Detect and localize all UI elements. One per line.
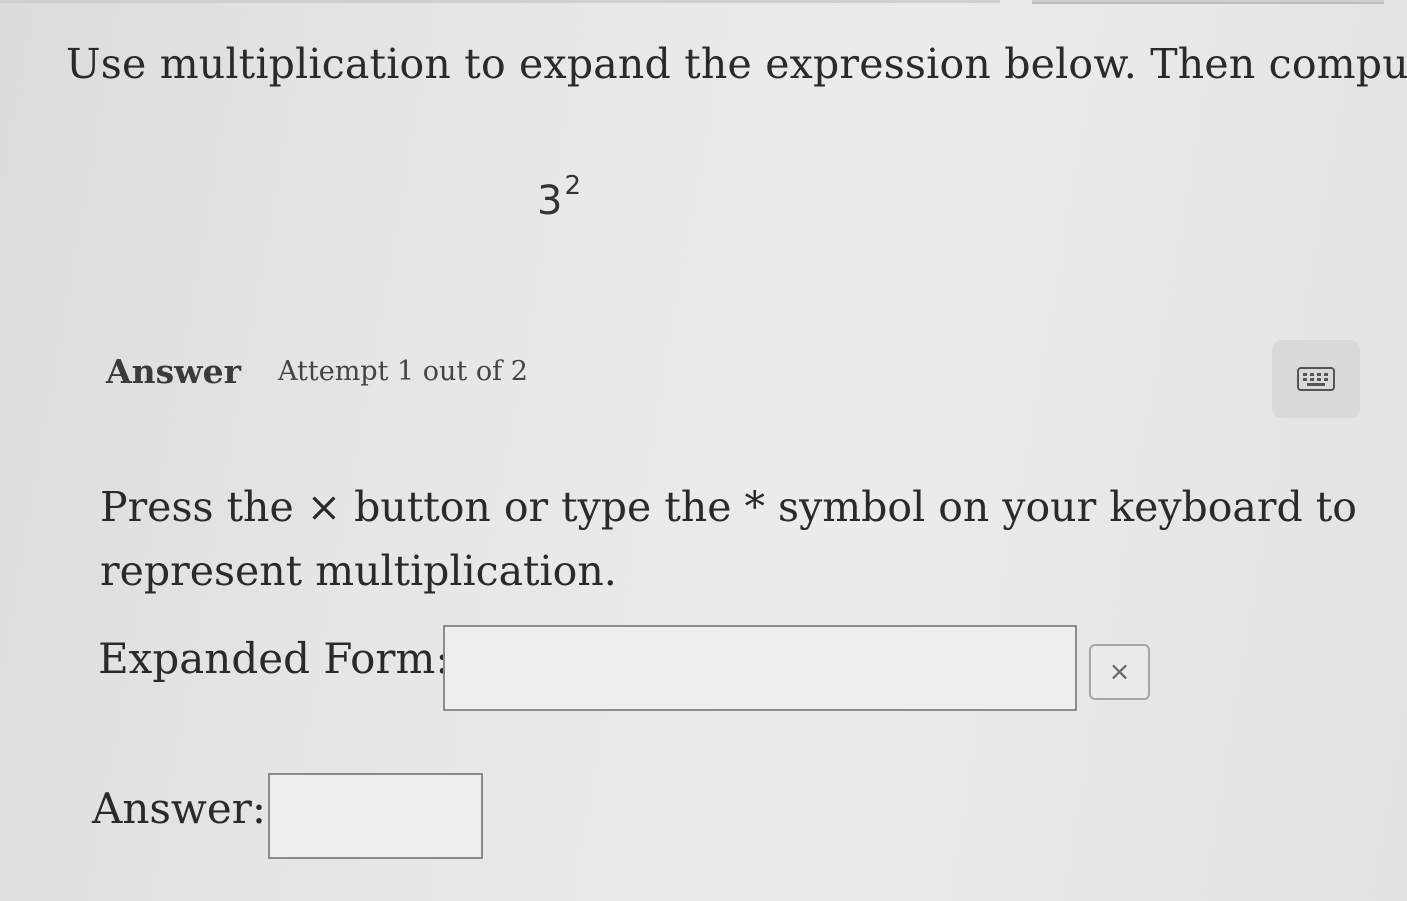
instruction-line-1: Press the × button or type the * symbol …	[100, 483, 1357, 531]
instruction-line-2: represent multiplication.	[100, 547, 617, 595]
multiply-button[interactable]: ×	[1089, 644, 1150, 700]
answer-heading: Answer	[106, 352, 241, 391]
top-divider-right	[1032, 0, 1384, 4]
keyboard-icon	[1297, 367, 1335, 391]
instruction-text: Press the × button or type the * symbol …	[100, 475, 1357, 603]
expanded-form-label: Expanded Form:	[98, 634, 450, 683]
question-prompt: Use multiplication to expand the express…	[66, 40, 1407, 88]
keyboard-toggle-button[interactable]	[1272, 340, 1360, 418]
expression-base: 3	[537, 178, 563, 224]
expanded-form-input[interactable]	[443, 625, 1077, 711]
attempt-counter: Attempt 1 out of 2	[278, 356, 528, 387]
expression: 32	[537, 170, 581, 224]
answer-label: Answer:	[92, 784, 266, 833]
expression-exponent: 2	[564, 171, 581, 201]
top-divider-left	[0, 0, 1000, 3]
answer-input[interactable]	[268, 773, 483, 859]
